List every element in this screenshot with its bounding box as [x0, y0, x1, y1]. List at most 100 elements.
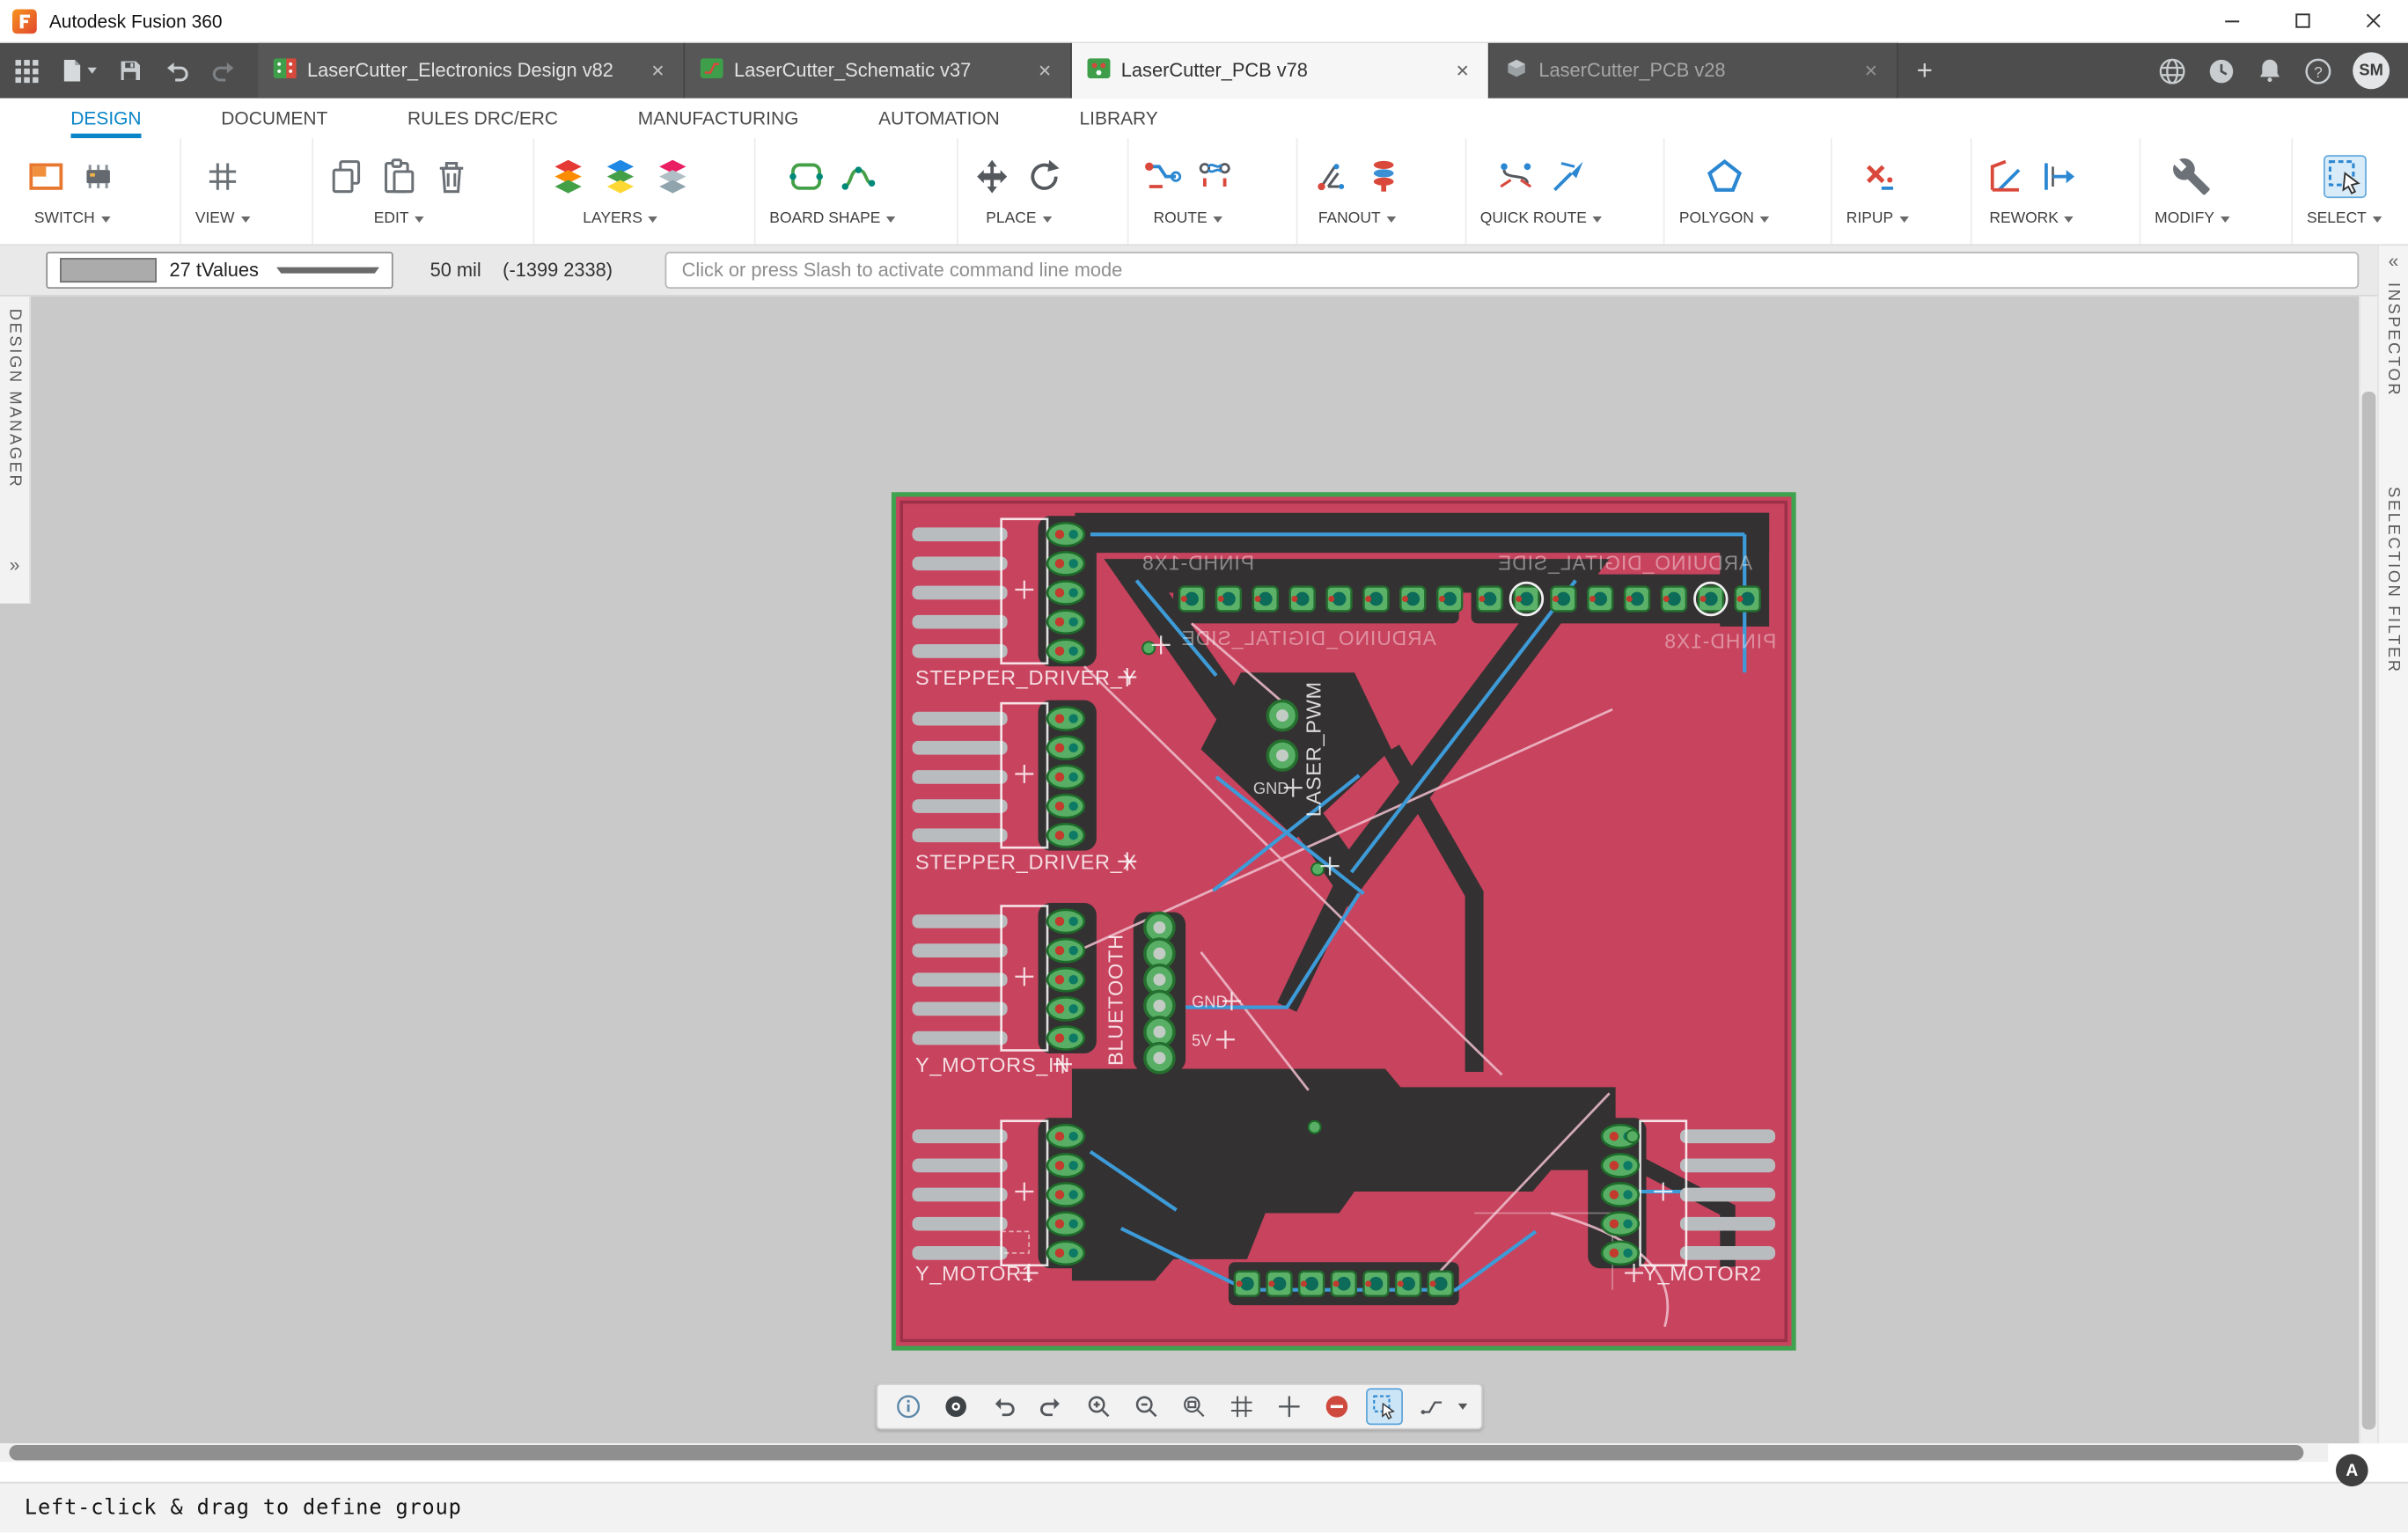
toolbar-group-route[interactable]: ROUTE: [1126, 138, 1248, 245]
toolbar-group-layers[interactable]: LAYERS: [532, 138, 706, 245]
grid-toggle-icon[interactable]: [1225, 1390, 1259, 1423]
toolbar-label: QUICK ROUTE: [1479, 210, 1587, 228]
extensions-globe-icon[interactable]: [2158, 56, 2187, 85]
wire-mode-icon[interactable]: [1415, 1390, 1449, 1423]
zoom-in-icon[interactable]: [1082, 1390, 1115, 1423]
dropdown-caret-icon: [275, 267, 379, 274]
horizontal-scrollbar[interactable]: [0, 1443, 2329, 1463]
quick-route-icon: [1499, 163, 1531, 188]
toolbar-group-select[interactable]: SELECT: [2291, 138, 2395, 245]
toolbar-label: PLACE: [986, 210, 1037, 228]
menu-design[interactable]: DESIGN: [70, 99, 141, 138]
layer-select-value: 27 tValues: [169, 259, 259, 282]
menu-automation[interactable]: AUTOMATION: [878, 99, 1000, 138]
expand-panel-icon[interactable]: »: [10, 556, 20, 575]
design-manager-label[interactable]: DESIGN MANAGER: [5, 309, 24, 489]
layer-color-swatch: [60, 258, 158, 283]
info-icon[interactable]: [892, 1390, 925, 1423]
autodesk-badge[interactable]: A: [2335, 1454, 2368, 1487]
silkscreen-mirrored-label: ARDUINO_DIGITAL_SIDE: [1181, 627, 1436, 649]
stop-restrict-icon[interactable]: [1320, 1390, 1354, 1423]
wire-mode-caret-icon[interactable]: [1457, 1403, 1468, 1410]
minimize-button[interactable]: [2196, 0, 2266, 42]
menu-document[interactable]: DOCUMENT: [221, 99, 327, 138]
tab-pcb-v78[interactable]: LaserCutter_PCB v78 ✕: [1071, 42, 1490, 99]
design-manager-rail[interactable]: DESIGN MANAGER »: [0, 296, 31, 604]
tab-close-icon[interactable]: ✕: [648, 57, 668, 84]
notifications-bell-icon[interactable]: [2256, 57, 2283, 84]
move-icon: [977, 159, 1008, 194]
tab-close-icon[interactable]: ✕: [1861, 57, 1881, 84]
menu-bar: DESIGN DOCUMENT RULES DRC/ERC MANUFACTUR…: [0, 98, 2408, 139]
collapse-panel-icon[interactable]: «: [2389, 252, 2399, 270]
save-icon[interactable]: [120, 60, 141, 81]
help-icon[interactable]: ?: [2303, 56, 2332, 85]
silkscreen-label: LASER_PWM: [1303, 681, 1325, 817]
crosshair-icon[interactable]: [1273, 1390, 1306, 1423]
switch-board-icon: [29, 163, 63, 190]
dropdown-caret-icon: [1042, 216, 1052, 223]
vertical-scrollbar-thumb[interactable]: [2361, 391, 2376, 1430]
job-status-clock-icon[interactable]: [2206, 56, 2235, 85]
toolbar-group-board-shape[interactable]: BOARD SHAPE: [753, 138, 910, 245]
command-bar: 27 tValues 50 mil (-1399 2338): [0, 246, 2378, 297]
select-box-icon: [2328, 160, 2360, 194]
vertical-scrollbar[interactable]: [2359, 296, 2378, 1444]
toolbar-group-polygon[interactable]: POLYGON: [1663, 138, 1783, 245]
undo-icon[interactable]: [165, 60, 189, 82]
rework-corner-icon: [1990, 159, 2021, 192]
toolbar-label: LAYERS: [583, 210, 642, 228]
tab-electronics-design[interactable]: LaserCutter_Electronics Design v82 ✕: [258, 42, 686, 99]
tab-pcb-v28[interactable]: LaserCutter_PCB v28 ✕: [1489, 42, 1898, 99]
pcb-canvas[interactable]: STEPPER_DRIVER_Y STEPPER_DRIVER_X Y_MOTO…: [0, 296, 2360, 1444]
view-grid-icon: [209, 163, 236, 190]
command-line-input[interactable]: [664, 252, 2360, 290]
toolbar-group-quick-route[interactable]: QUICK ROUTE: [1465, 138, 1616, 245]
header-bottom[interactable]: [1233, 1270, 1454, 1297]
selection-filter-label[interactable]: SELECTION FILTER: [2384, 486, 2403, 673]
toolbar-group-fanout[interactable]: FANOUT: [1296, 138, 1417, 245]
menu-manufacturing[interactable]: MANUFACTURING: [638, 99, 799, 138]
zoom-fit-icon[interactable]: [1177, 1390, 1210, 1423]
menu-library[interactable]: LIBRARY: [1080, 99, 1158, 138]
inspector-rail[interactable]: « INSPECTOR SELECTION FILTER: [2377, 246, 2408, 1444]
layers-stack-icon: [554, 159, 582, 194]
menu-rules-drc-erc[interactable]: RULES DRC/ERC: [407, 99, 558, 138]
layer-select-dropdown[interactable]: 27 tValues: [46, 252, 393, 290]
avatar[interactable]: SM: [2353, 52, 2390, 90]
toolbar-label: ROUTE: [1153, 210, 1208, 228]
tab-close-icon[interactable]: ✕: [1035, 57, 1055, 84]
toolbar-label: EDIT: [373, 210, 409, 228]
tab-schematic[interactable]: LaserCutter_Schematic v37 ✕: [685, 42, 1072, 99]
dropdown-caret-icon: [2372, 216, 2382, 223]
new-tab-button[interactable]: +: [1898, 55, 1951, 87]
redo-icon[interactable]: [212, 60, 237, 82]
toolbar-label: SELECT: [2306, 210, 2367, 228]
toolbar-group-switch[interactable]: SWITCH: [12, 138, 132, 244]
select-tool-icon[interactable]: [1366, 1388, 1403, 1426]
toolbar-group-rework[interactable]: REWORK: [1970, 138, 2092, 245]
redo-icon[interactable]: [1034, 1390, 1068, 1423]
toolbar-group-modify[interactable]: MODIFY: [2139, 138, 2243, 245]
dropdown-caret-icon: [886, 216, 896, 223]
polygon-icon: [1707, 159, 1742, 192]
tab-bar: LaserCutter_Electronics Design v82 ✕ Las…: [0, 42, 2408, 99]
file-menu-icon[interactable]: [62, 58, 97, 83]
zoom-out-icon[interactable]: [1129, 1390, 1163, 1423]
tab-close-icon[interactable]: ✕: [1452, 57, 1472, 84]
toolbar-group-place[interactable]: PLACE: [957, 138, 1079, 245]
visibility-eye-icon[interactable]: [939, 1390, 973, 1423]
maximize-button[interactable]: [2266, 0, 2337, 42]
toolbar-group-ripup[interactable]: RIPUP: [1831, 138, 1922, 245]
pcb-board[interactable]: STEPPER_DRIVER_Y STEPPER_DRIVER_X Y_MOTO…: [891, 491, 1796, 1351]
close-button[interactable]: [2338, 0, 2408, 42]
canvas-nav-bar: [876, 1383, 1483, 1430]
inspector-label[interactable]: INSPECTOR: [2384, 282, 2403, 397]
toolbar-group-edit[interactable]: EDIT: [311, 138, 485, 245]
undo-icon[interactable]: [987, 1390, 1020, 1423]
app-grid-menu-icon[interactable]: [15, 59, 39, 83]
toolbar-group-view[interactable]: VIEW: [180, 138, 263, 245]
horizontal-scrollbar-thumb[interactable]: [9, 1444, 2304, 1461]
silkscreen-label: Y_MOTOR1: [915, 1262, 1034, 1285]
unroute-icon: [1198, 163, 1230, 187]
